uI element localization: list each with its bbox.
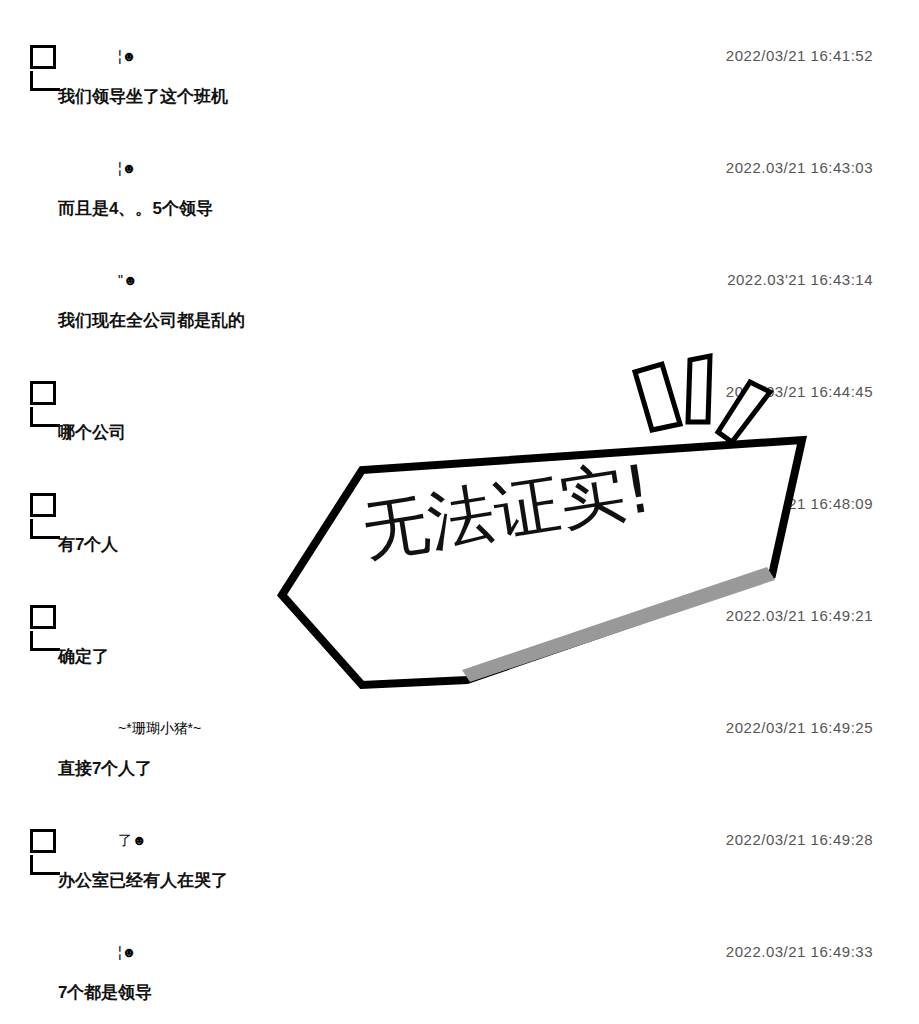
message-body: ¦☻ 2022/03/21 16:41:52我们领导坐了这个班机 — [58, 45, 919, 108]
message-body: ¦☻ 2022.03/21 16:49:337个都是领导 — [58, 941, 919, 1004]
avatar-column — [0, 829, 58, 879]
message-row: 了☻ 2022/03/21 16:49:28办公室已经有人在哭了 — [0, 829, 919, 941]
sender-name: 了☻ — [58, 830, 147, 851]
message-header: ¦☻ 2022/03/21 16:41:52 — [58, 45, 873, 67]
chat-screenshot: ¦☻2022/03/21 16:41:52我们领导坐了这个班机¦☻2022.03… — [0, 0, 919, 1024]
message-header: ~*珊瑚小猪*~ 2022/03/21 16:49:25 — [58, 717, 873, 739]
message-body: "☻ 2022.03'21 16:43:14我们现在全公司都是乱的 — [58, 269, 919, 332]
message-header: ¦☻ 2022.03/21 16:43:03 — [58, 157, 873, 179]
message-header: ¦☻ 2022.03/21 16:49:33 — [58, 941, 873, 963]
message-row: ~*珊瑚小猪*~ 2022/03/21 16:49:25直接7个人了 — [0, 717, 919, 829]
message-body: ~*珊瑚小猪*~ 2022/03/21 16:49:25直接7个人了 — [58, 717, 919, 780]
message-row: ¦☻ 2022.03/21 16:49:337个都是领导 — [0, 941, 919, 1024]
message-text: 我们领导坐了这个班机 — [58, 67, 873, 108]
sender-name: "☻ — [58, 270, 138, 291]
avatar-column — [0, 605, 58, 655]
message-text: 7个都是领导 — [58, 963, 873, 1004]
timestamp: 2022/03/21 16:49:25 — [726, 717, 873, 740]
message-text: 而且是4、。5个领导 — [58, 179, 873, 220]
timestamp: 2022.03/21 16:49:33 — [726, 941, 873, 964]
sender-name: ¦☻ — [58, 942, 136, 963]
avatar-column — [0, 493, 58, 543]
timestamp: 2022.03/21 16:49:21 — [726, 605, 873, 628]
timestamp: 2022.03'21 16:43:14 — [727, 269, 873, 292]
message-body: ¦☻ 2022.03/21 16:43:03而且是4、。5个领导 — [58, 157, 919, 220]
avatar-column — [0, 381, 58, 431]
message-row: ¦☻ 2022.03/21 16:43:03而且是4、。5个领导 — [0, 157, 919, 269]
timestamp: 2022/03/21 16:41:52 — [726, 45, 873, 68]
sender-name: ¦☻ — [58, 46, 136, 67]
message-text: 办公室已经有人在哭了 — [58, 851, 873, 892]
message-row: ¦☻ 2022/03/21 16:41:52我们领导坐了这个班机 — [0, 45, 919, 157]
message-body: 了☻ 2022/03/21 16:49:28办公室已经有人在哭了 — [58, 829, 919, 892]
message-header: 了☻ 2022/03/21 16:49:28 — [58, 829, 873, 851]
message-body: 2022/03/21 16:44:45哪个公司 — [58, 381, 919, 444]
message-header: "☻ 2022.03'21 16:43:14 — [58, 269, 873, 291]
timestamp: 2022/03/21 16:49:28 — [726, 829, 873, 852]
message-row: "☻ 2022.03'21 16:43:14我们现在全公司都是乱的 — [0, 269, 919, 381]
sender-name: ~*珊瑚小猪*~ — [58, 718, 201, 739]
avatar-column — [0, 45, 58, 95]
timestamp: 2022.03/21 16:43:03 — [726, 157, 873, 180]
sender-name: ¦☻ — [58, 158, 136, 179]
message-text: 直接7个人了 — [58, 739, 873, 780]
message-text: 我们现在全公司都是乱的 — [58, 291, 873, 332]
